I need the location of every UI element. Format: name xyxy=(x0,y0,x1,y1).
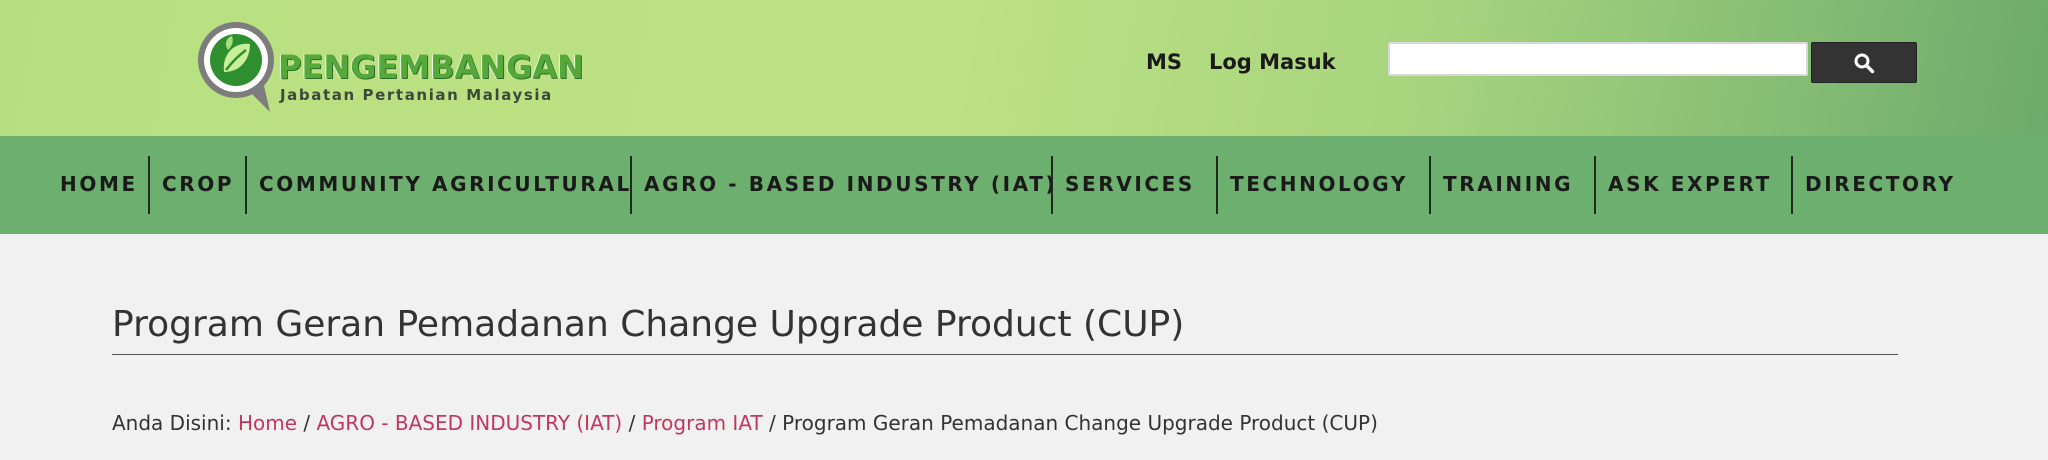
nav-divider xyxy=(1051,156,1053,214)
breadcrumb-separator: / xyxy=(303,411,311,435)
nav-divider xyxy=(1594,156,1596,214)
nav-item-crop[interactable]: CROP xyxy=(162,172,234,196)
logo-title: PENGEMBANGAN xyxy=(278,48,584,86)
breadcrumb: Anda Disini: Home / AGRO - BASED INDUSTR… xyxy=(112,411,1378,435)
language-link[interactable]: MS xyxy=(1146,50,1182,74)
site-logo[interactable]: PENGEMBANGAN Jabatan Pertanian Malaysia xyxy=(194,14,584,114)
nav-divider xyxy=(630,156,632,214)
nav-item-training[interactable]: TRAINING xyxy=(1443,172,1573,196)
nav-divider xyxy=(1429,156,1431,214)
page-title: Program Geran Pemadanan Change Upgrade P… xyxy=(112,304,1185,345)
nav-divider xyxy=(1791,156,1793,214)
nav-divider xyxy=(148,156,150,214)
logo-subtitle: Jabatan Pertanian Malaysia xyxy=(280,86,553,104)
login-link[interactable]: Log Masuk xyxy=(1209,50,1336,74)
nav-divider xyxy=(245,156,247,214)
nav-item-ask-expert[interactable]: ASK EXPERT xyxy=(1608,172,1772,196)
nav-divider xyxy=(1216,156,1218,214)
breadcrumb-link-program-iat[interactable]: Program IAT xyxy=(642,411,763,435)
breadcrumb-link-home[interactable]: Home xyxy=(238,411,297,435)
breadcrumb-prefix: Anda Disini: xyxy=(112,411,232,435)
nav-item-community-agricultural[interactable]: COMMUNITY AGRICULTURAL xyxy=(259,172,632,196)
nav-item-agro-based-industry[interactable]: AGRO - BASED INDUSTRY (IAT) xyxy=(644,172,1057,196)
breadcrumb-separator: / xyxy=(769,411,776,435)
site-header: PENGEMBANGAN Jabatan Pertanian Malaysia … xyxy=(0,0,2048,136)
nav-item-directory[interactable]: DIRECTORY xyxy=(1805,172,1956,196)
nav-item-services[interactable]: SERVICES xyxy=(1065,172,1195,196)
search-input[interactable] xyxy=(1388,42,1808,76)
search-icon xyxy=(1854,53,1875,73)
main-nav: HOME CROP COMMUNITY AGRICULTURAL AGRO - … xyxy=(0,136,2048,234)
search-button[interactable] xyxy=(1811,42,1917,83)
logo-leaf-bubble-icon xyxy=(198,22,274,112)
breadcrumb-separator: / xyxy=(628,411,636,435)
breadcrumb-link-agro-based-industry[interactable]: AGRO - BASED INDUSTRY (IAT) xyxy=(316,411,622,435)
nav-item-technology[interactable]: TECHNOLOGY xyxy=(1230,172,1408,196)
breadcrumb-current: Program Geran Pemadanan Change Upgrade P… xyxy=(782,411,1378,435)
nav-item-home[interactable]: HOME xyxy=(60,172,138,196)
title-divider xyxy=(112,354,1898,355)
